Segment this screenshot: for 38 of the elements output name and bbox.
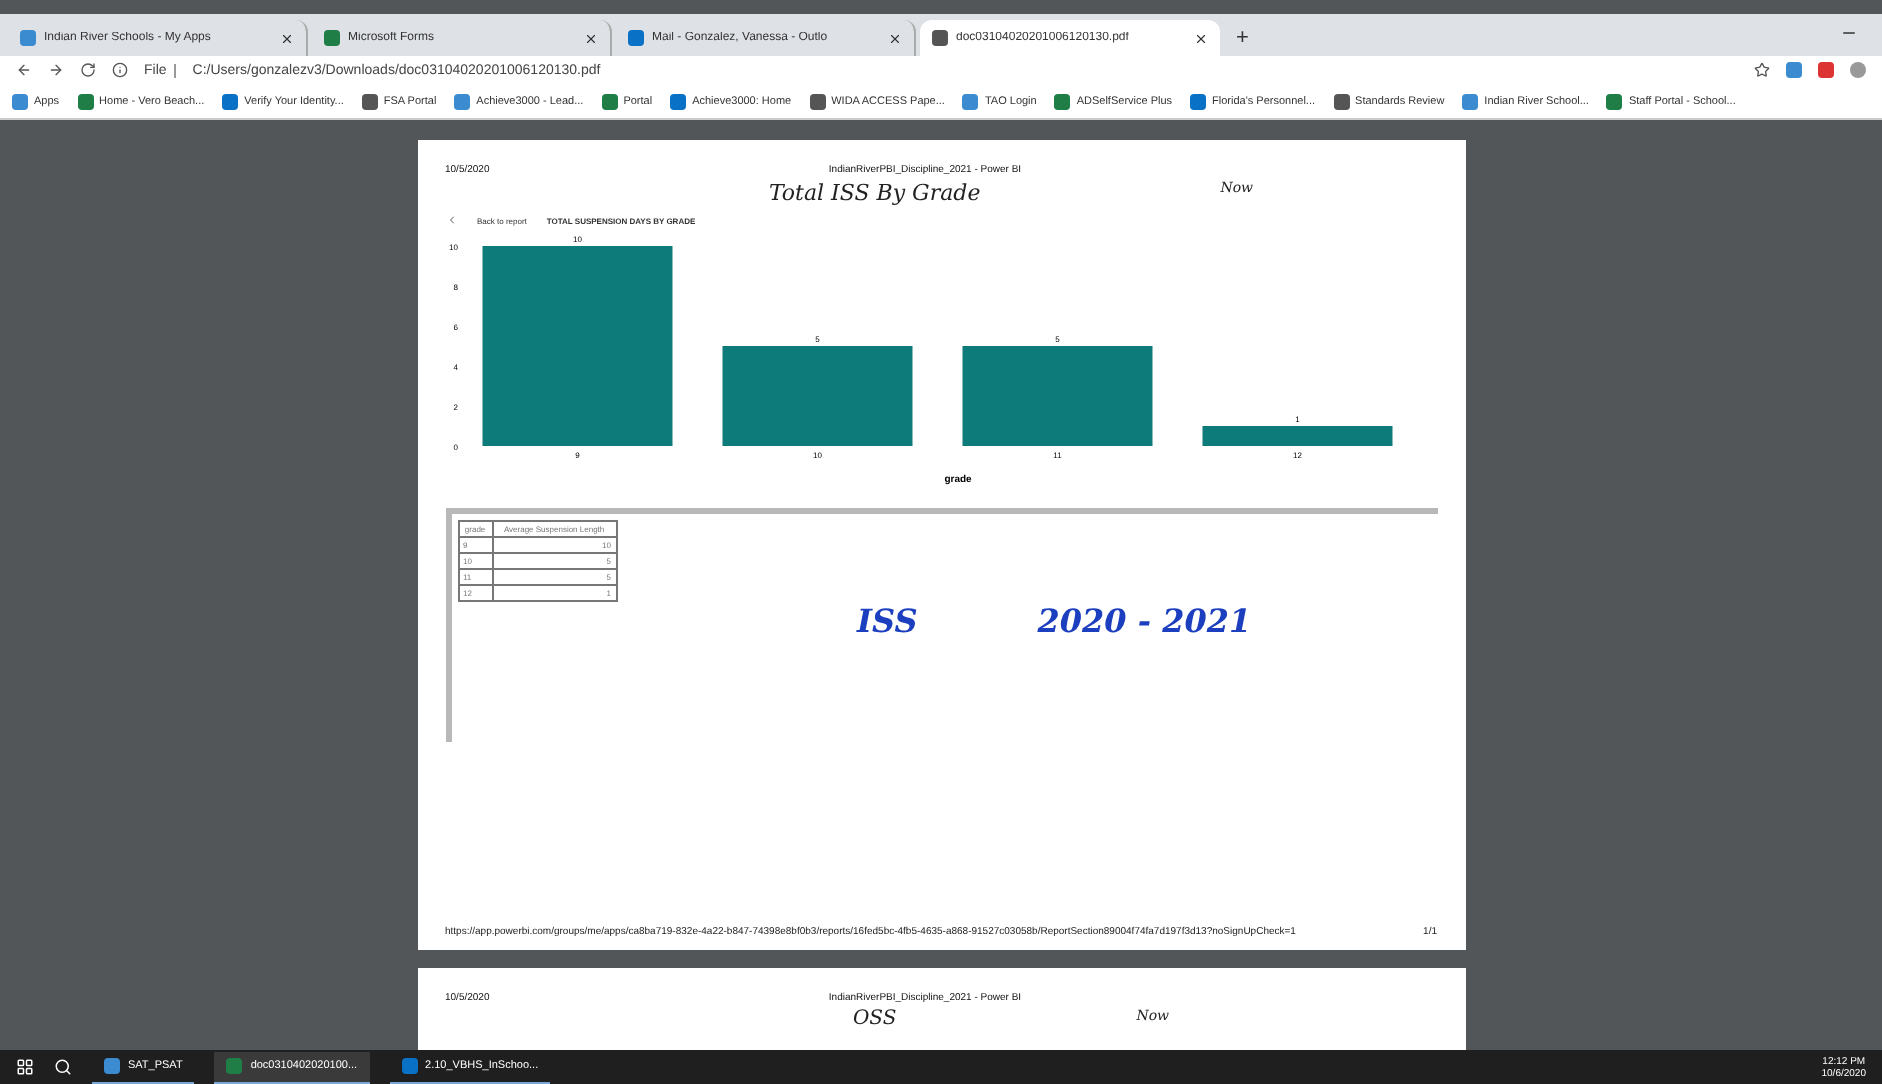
close-icon[interactable] — [280, 31, 294, 45]
tab-icon — [324, 30, 340, 46]
app-icon — [226, 1058, 243, 1074]
bookmark-icon — [1462, 93, 1479, 109]
handwritten-note: OSS — [852, 1008, 897, 1030]
bookmark-icon — [222, 93, 239, 109]
close-icon[interactable] — [584, 31, 598, 45]
app-icon — [104, 1058, 120, 1074]
reload-icon[interactable] — [80, 62, 96, 78]
bookmark-icon — [670, 93, 687, 109]
handwritten-note: ISS — [857, 602, 918, 640]
bookmark-icon — [12, 93, 28, 109]
profile-icon[interactable] — [1850, 62, 1866, 78]
search-icon[interactable] — [54, 1058, 72, 1076]
tab-icon — [932, 30, 948, 46]
bookmark-icon — [1190, 93, 1207, 109]
tab-icon — [20, 30, 36, 46]
windows-icon[interactable] — [16, 1058, 34, 1076]
bookmark-icon — [454, 93, 471, 109]
bookmark-icon — [809, 93, 826, 109]
new-tab-button[interactable]: + — [1224, 26, 1261, 56]
handwritten-note: Total ISS By Grade — [768, 180, 981, 206]
handwritten-note: 2020 - 2021 — [1037, 602, 1252, 640]
app-icon — [401, 1058, 418, 1074]
bookmark-icon — [601, 93, 618, 109]
bookmark-icon — [1333, 93, 1350, 109]
back-icon[interactable] — [16, 62, 32, 78]
bookmark-icon — [962, 93, 979, 109]
bookmark-icon — [361, 93, 378, 109]
bookmark-icon — [1606, 93, 1623, 109]
tab-icon — [628, 30, 644, 46]
info-icon[interactable] — [112, 62, 128, 78]
star-icon[interactable] — [1754, 62, 1770, 78]
close-icon[interactable] — [888, 31, 902, 45]
forward-icon[interactable] — [48, 62, 64, 78]
bookmark-icon — [1054, 93, 1071, 109]
close-icon[interactable] — [1194, 31, 1208, 45]
bookmark-icon — [77, 93, 94, 109]
